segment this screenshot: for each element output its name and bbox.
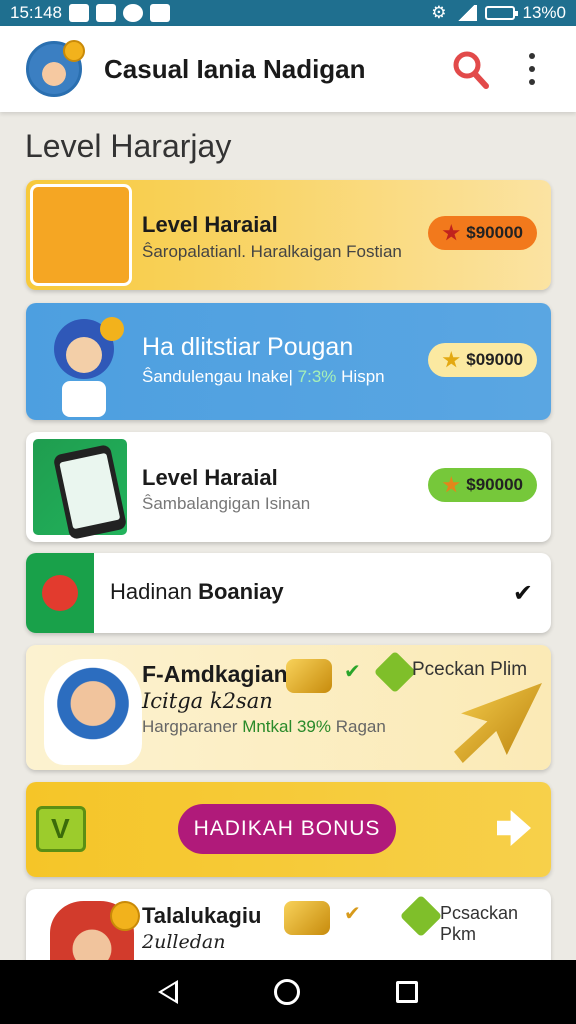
bonus-button[interactable]: HADIKAH BONUS — [178, 804, 396, 854]
check-icon: ✔ — [344, 661, 361, 683]
back-icon[interactable] — [158, 980, 178, 1004]
price-badge[interactable]: $09000 — [428, 343, 537, 377]
photo-icon — [150, 4, 170, 22]
gold-trophy-icon — [286, 659, 332, 693]
badge-icon — [373, 650, 417, 694]
battery-icon — [484, 6, 518, 20]
price-label: $09000 — [466, 350, 523, 369]
badge-icon — [399, 894, 443, 938]
star-icon — [442, 351, 460, 368]
card-title: Level Haraial — [142, 465, 278, 490]
status-time: 15:148 — [10, 3, 62, 22]
phone-thumbnail — [30, 436, 130, 541]
battery-level: 13%0 — [522, 3, 566, 22]
recent-apps-icon[interactable] — [396, 981, 418, 1003]
app-title: Casual Iania Nadigan — [104, 53, 366, 84]
level-card-1[interactable]: Level Haraial Ŝaropalatianl. Haralkaigan… — [26, 180, 551, 290]
price-badge[interactable]: $90000 — [428, 216, 537, 250]
card-title: Ha dlitstiar Pougan — [142, 333, 354, 361]
card-subtitle: Ŝandulengau Inake| 7:3% Hispn — [142, 367, 385, 386]
character-illustration — [54, 317, 124, 417]
card-line2: 2ulledan — [142, 931, 226, 953]
card-title: Level Haraial — [142, 212, 278, 237]
level-card-3[interactable]: Level Haraial Ŝambalangigan Isinan $9000… — [26, 432, 551, 542]
character-avatar — [44, 659, 142, 765]
price-label: $90000 — [466, 223, 523, 242]
price-badge[interactable]: $90000 — [428, 468, 537, 502]
more-options-icon[interactable] — [524, 50, 540, 88]
check-icon: ✔ — [344, 903, 361, 925]
character-thumbnail — [30, 184, 132, 286]
bonus-icon: V — [36, 806, 86, 852]
level-card-2[interactable]: Ha dlitstiar Pougan Ŝandulengau Inake| 7… — [26, 303, 551, 420]
app-notification-icon — [123, 4, 143, 22]
card-title: F-Amdkagian — [142, 661, 288, 687]
promo-card[interactable]: F-Amdkagian Icitga k2san Hargparaner Mnt… — [26, 645, 551, 770]
navigation-bar — [0, 960, 576, 1024]
arrow-right-icon[interactable] — [497, 810, 531, 846]
option-row[interactable]: Hadinan Boaniay ✔ — [26, 553, 551, 633]
settings-gear-icon: ⚙ — [431, 3, 447, 22]
star-icon — [442, 224, 460, 241]
card-title: Talalukagiu — [142, 903, 262, 928]
leaf-icon — [42, 575, 78, 611]
signal-icon — [454, 5, 477, 21]
section-title: Level Hararjay — [25, 128, 232, 164]
card-line2: Icitga k2san — [142, 689, 273, 713]
gold-arrow-icon — [454, 683, 542, 763]
promo-label: Pceckan Plim — [412, 659, 528, 680]
bonus-card: V HADIKAH BONUS — [26, 782, 551, 877]
app-bar: Casual Iania Nadigan — [0, 26, 576, 112]
option-title: Hadinan Boaniay — [110, 579, 284, 604]
card-subtitle: Hargparaner Mntkal 39% Ragan — [142, 717, 386, 736]
gold-trophy-icon — [284, 901, 330, 935]
card-subtitle: Ŝaropalatianl. Haralkaigan Fostian — [142, 242, 402, 261]
mail-icon — [69, 4, 89, 22]
search-icon[interactable] — [452, 50, 490, 90]
star-icon — [442, 476, 460, 493]
card-subtitle: Ŝambalangigan Isinan — [142, 494, 311, 513]
promo-label: Pcsackan Pkm — [440, 903, 519, 944]
notification-icon — [96, 4, 116, 22]
app-logo-avatar[interactable] — [26, 40, 85, 97]
status-bar: 15:148 ⚙ 13%0 — [0, 0, 576, 26]
checkmark-icon: ✔ — [512, 580, 533, 607]
option-side-band — [26, 553, 94, 633]
price-label: $90000 — [466, 475, 523, 494]
home-icon[interactable] — [274, 979, 300, 1005]
